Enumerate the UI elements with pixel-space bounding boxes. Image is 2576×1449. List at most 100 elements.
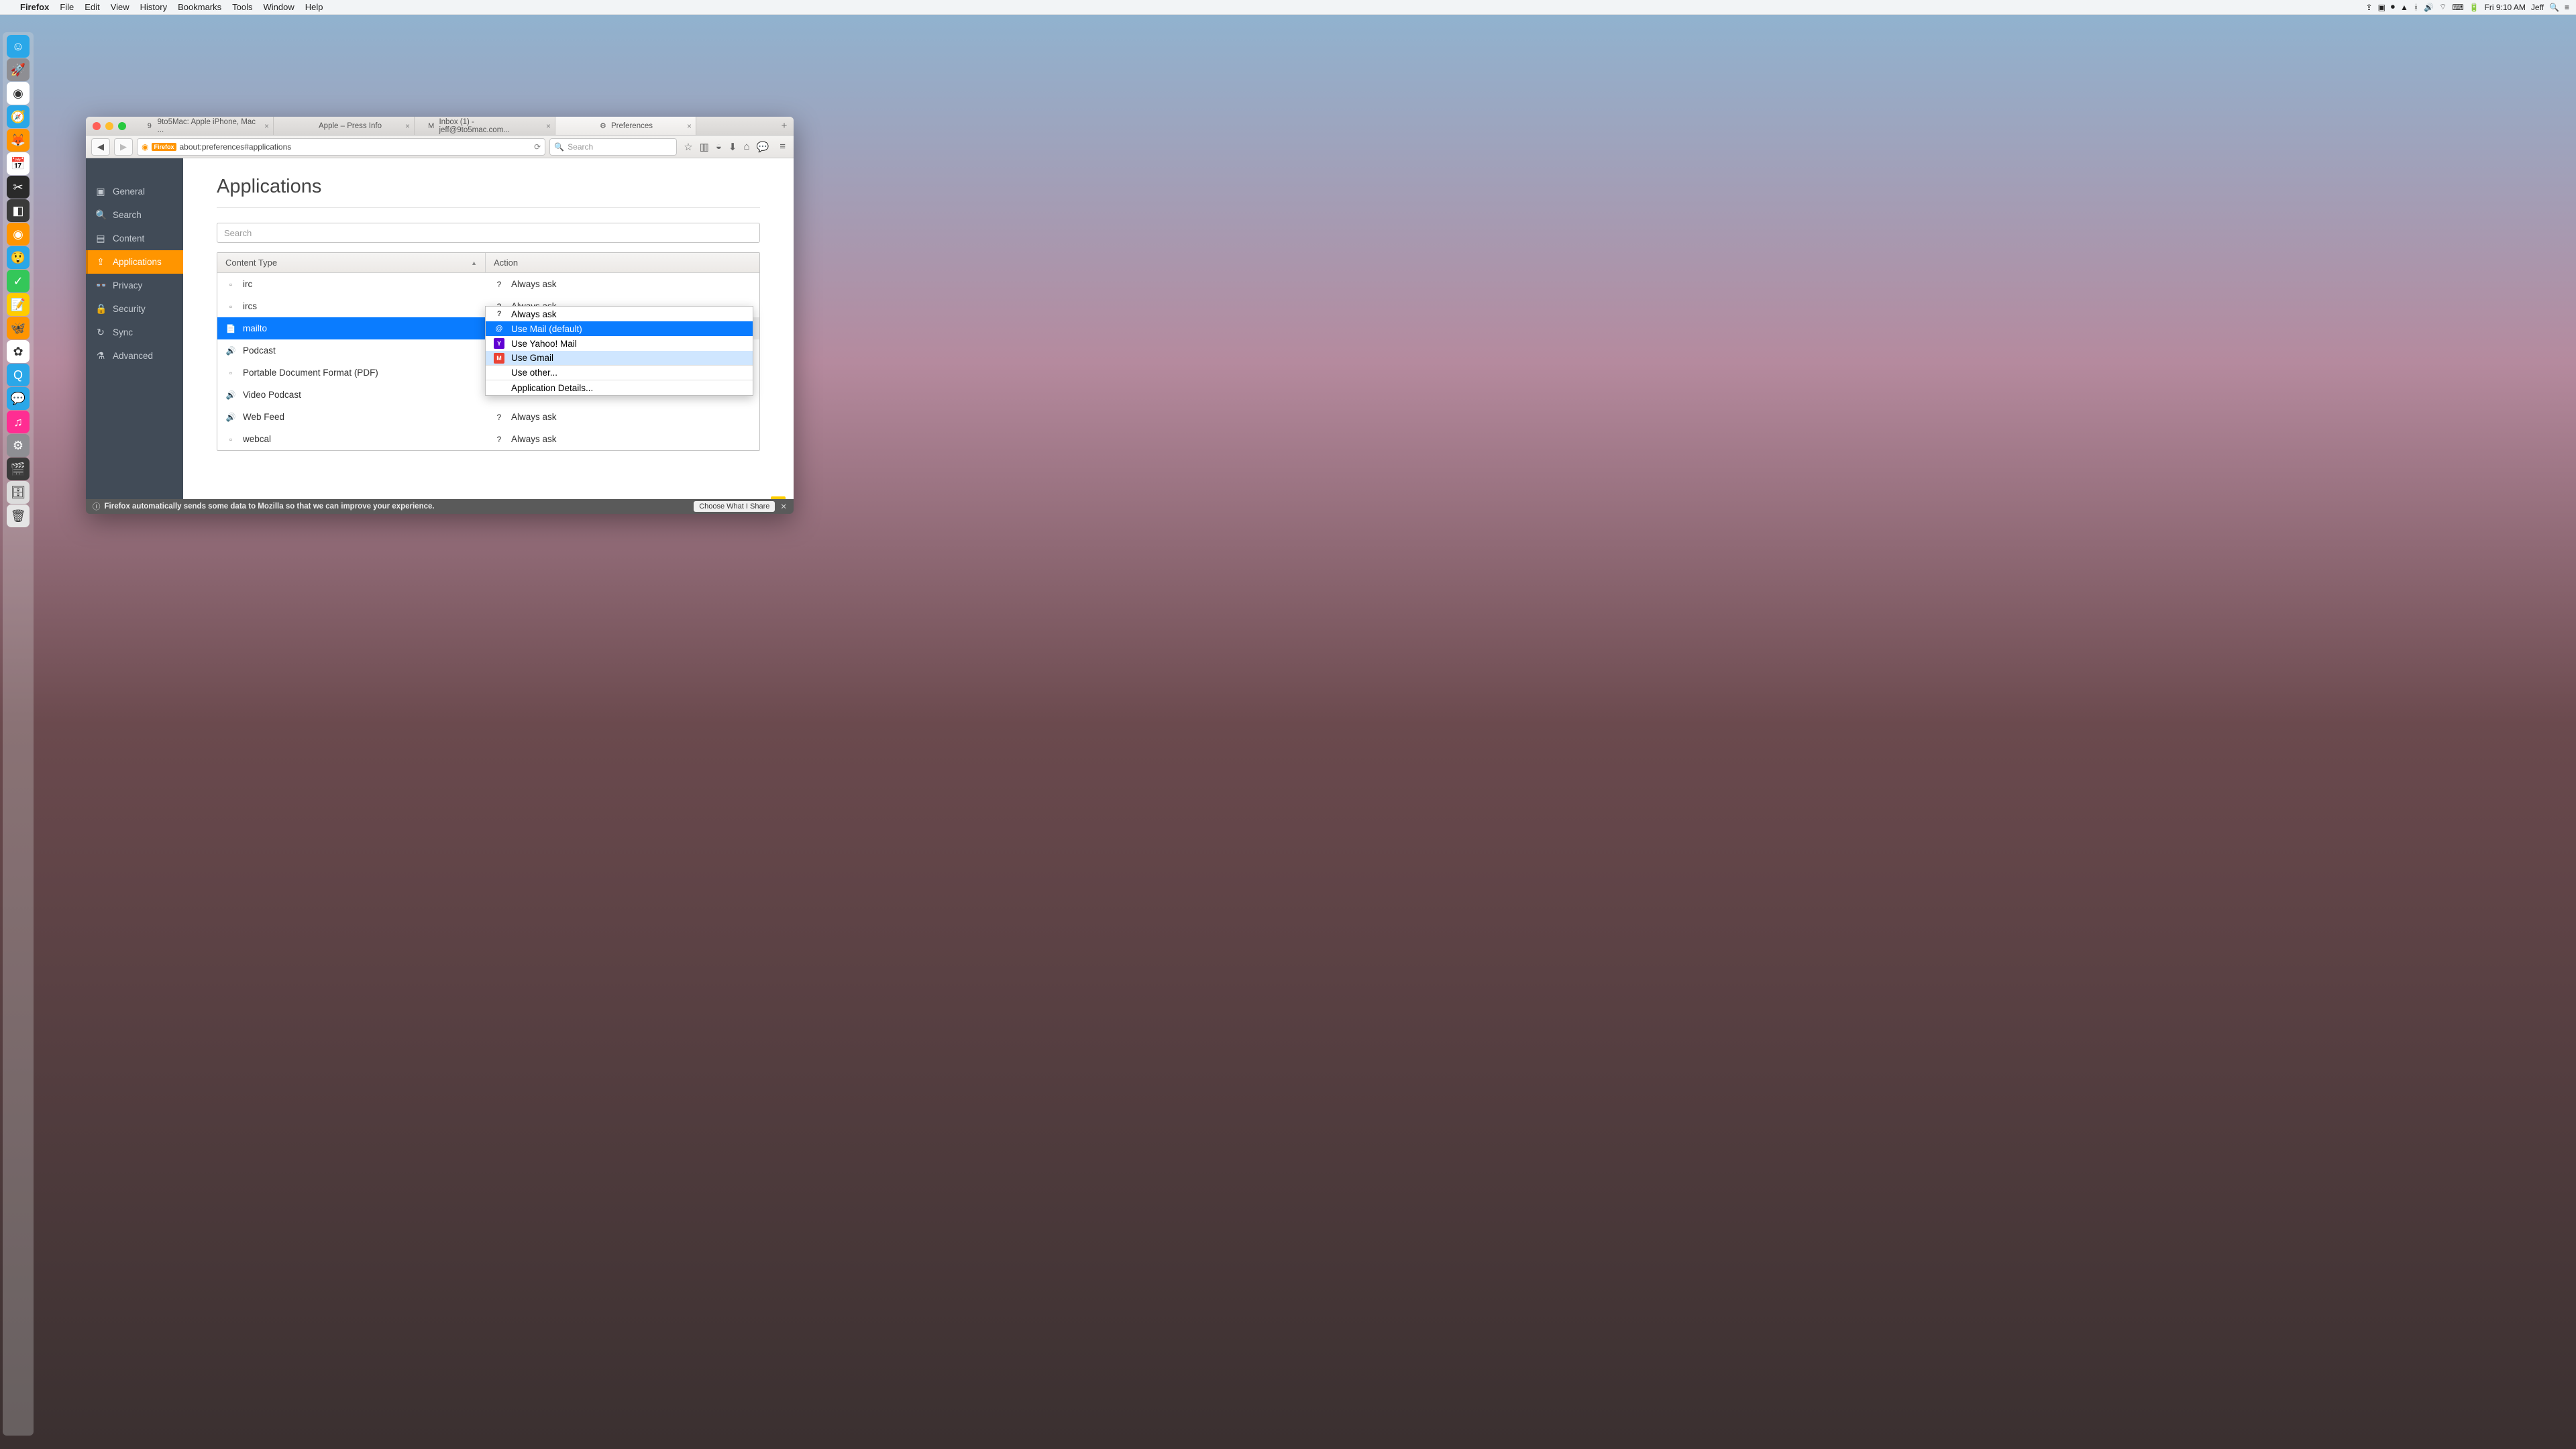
sidebar-item-advanced[interactable]: ⚗Advanced: [86, 344, 183, 368]
display-icon[interactable]: ▣: [2378, 3, 2385, 12]
dropdown-item[interactable]: MUse Gmail: [486, 351, 753, 366]
battery-icon[interactable]: 🔋: [2469, 3, 2479, 12]
dock-app-18[interactable]: 🎬: [7, 458, 30, 480]
bluetooth-icon[interactable]: ᚼ: [2414, 3, 2418, 12]
cell-action[interactable]: ?Always ask: [486, 428, 759, 450]
dropbox-icon[interactable]: ⇪: [2366, 3, 2373, 12]
dock-app-17[interactable]: ⚙: [7, 434, 30, 457]
url-bar[interactable]: ◉ Firefox about:preferences#applications…: [137, 138, 545, 156]
library-icon[interactable]: ▥: [700, 141, 709, 153]
tab-close-icon[interactable]: ×: [546, 121, 551, 131]
dock-app-11[interactable]: 📝: [7, 293, 30, 316]
info-text: Firefox automatically sends some data to…: [105, 502, 435, 511]
sidebar-item-general[interactable]: ▣General: [86, 180, 183, 203]
sidebar-item-security[interactable]: 🔒Security: [86, 297, 183, 321]
sidebar-item-sync[interactable]: ↻Sync: [86, 321, 183, 344]
macos-dock: ☺🚀◉🧭🦊📅✂◧◉😲✓📝🦋✿Q💬♫⚙🎬🗄🗑: [3, 32, 34, 1436]
sidebar-item-label: Privacy: [113, 280, 142, 290]
menu-help[interactable]: Help: [300, 2, 329, 12]
menu-view[interactable]: View: [105, 2, 135, 12]
dock-app-3[interactable]: 🧭: [7, 105, 30, 128]
menu-tools[interactable]: Tools: [227, 2, 258, 12]
minimize-window-button[interactable]: [105, 122, 113, 130]
dropdown-item[interactable]: YUse Yahoo! Mail: [486, 336, 753, 351]
col-action[interactable]: Action: [486, 253, 759, 272]
menu-file[interactable]: File: [54, 2, 79, 12]
browser-tab[interactable]: 99to5Mac: Apple iPhone, Mac ...×: [133, 117, 274, 135]
notifications-icon[interactable]: ≡: [2565, 3, 2569, 12]
infobar-close-icon[interactable]: ✕: [780, 502, 787, 511]
chat-icon[interactable]: 💬: [757, 141, 769, 153]
type-text: irc: [243, 279, 252, 289]
tab-close-icon[interactable]: ×: [264, 121, 269, 131]
dock-app-19[interactable]: 🗄: [7, 481, 30, 504]
dock-app-9[interactable]: 😲: [7, 246, 30, 269]
bookmark-star-icon[interactable]: ☆: [684, 141, 692, 153]
cell-action[interactable]: ?Always ask: [486, 406, 759, 428]
table-row[interactable]: 🔊Web Feed?Always ask: [217, 406, 759, 428]
input-icon[interactable]: ⌨: [2452, 3, 2463, 12]
dropdown-item[interactable]: Use other...: [486, 366, 753, 380]
dock-app-4[interactable]: 🦊: [7, 129, 30, 152]
forward-button[interactable]: ▶: [114, 138, 133, 156]
wifi-icon[interactable]: ⌔: [2439, 2, 2447, 12]
browser-tab[interactable]: MInbox (1) - jeff@9to5mac.com...×: [415, 117, 555, 135]
dock-app-12[interactable]: 🦋: [7, 317, 30, 339]
menu-bookmarks[interactable]: Bookmarks: [172, 2, 227, 12]
volume-icon[interactable]: 🔊: [2424, 3, 2434, 12]
airplay-icon[interactable]: ▲: [2400, 3, 2408, 12]
dock-app-15[interactable]: 💬: [7, 387, 30, 410]
browser-tab[interactable]: ⚙Preferences×: [555, 117, 696, 135]
dock-app-16[interactable]: ♫: [7, 411, 30, 433]
dock-app-2[interactable]: ◉: [7, 82, 30, 105]
hamburger-menu-icon[interactable]: ≡: [780, 141, 786, 153]
sidebar-item-applications[interactable]: ⇪Applications: [86, 250, 183, 274]
clock[interactable]: Fri 9:10 AM: [2485, 3, 2526, 12]
choose-share-button[interactable]: Choose What I Share: [694, 501, 775, 512]
sidebar-item-search[interactable]: 🔍Search: [86, 203, 183, 227]
dropdown-item[interactable]: ?Always ask: [486, 307, 753, 321]
sidebar-item-privacy[interactable]: 👓Privacy: [86, 274, 183, 297]
home-icon[interactable]: ⌂: [743, 141, 749, 153]
browser-tab[interactable]: Apple – Press Info×: [274, 117, 415, 135]
zoom-window-button[interactable]: [118, 122, 126, 130]
user-name[interactable]: Jeff: [2531, 3, 2544, 12]
screen-record-icon[interactable]: ⏺: [2391, 2, 2395, 12]
table-row[interactable]: ▫irc?Always ask: [217, 273, 759, 295]
dock-app-10[interactable]: ✓: [7, 270, 30, 292]
new-tab-button[interactable]: +: [775, 120, 794, 131]
action-dropdown-menu[interactable]: ?Always ask@Use Mail (default)YUse Yahoo…: [485, 306, 753, 396]
spotlight-icon[interactable]: 🔍: [2549, 3, 2559, 12]
close-window-button[interactable]: [93, 122, 101, 130]
downloads-icon[interactable]: ⬇: [729, 141, 737, 153]
action-icon: ?: [494, 434, 504, 445]
dock-app-8[interactable]: ◉: [7, 223, 30, 246]
reload-icon[interactable]: ⟳: [534, 142, 541, 152]
dock-app-6[interactable]: ✂: [7, 176, 30, 199]
cell-content-type: ▫Portable Document Format (PDF): [217, 362, 486, 384]
dropdown-item[interactable]: Application Details...: [486, 380, 753, 395]
applications-search-input[interactable]: [217, 223, 760, 243]
tab-close-icon[interactable]: ×: [687, 121, 692, 131]
cell-content-type: 🔊Podcast: [217, 339, 486, 362]
menu-history[interactable]: History: [135, 2, 172, 12]
pocket-icon[interactable]: ◒: [716, 141, 722, 153]
dropdown-item[interactable]: @Use Mail (default): [486, 321, 753, 336]
dock-app-0[interactable]: ☺: [7, 35, 30, 58]
app-name[interactable]: Firefox: [15, 2, 54, 12]
col-content-type[interactable]: Content Type ▲: [217, 253, 486, 272]
menu-window[interactable]: Window: [258, 2, 300, 12]
dock-app-7[interactable]: ◧: [7, 199, 30, 222]
back-button[interactable]: ◀: [91, 138, 110, 156]
search-bar[interactable]: 🔍 Search: [549, 138, 677, 156]
dock-app-13[interactable]: ✿: [7, 340, 30, 363]
tab-close-icon[interactable]: ×: [405, 121, 410, 131]
menu-edit[interactable]: Edit: [79, 2, 105, 12]
dock-app-1[interactable]: 🚀: [7, 58, 30, 81]
cell-action[interactable]: ?Always ask: [486, 273, 759, 295]
sidebar-item-content[interactable]: ▤Content: [86, 227, 183, 250]
dock-app-20[interactable]: 🗑: [7, 504, 30, 527]
table-row[interactable]: ▫webcal?Always ask: [217, 428, 759, 450]
dock-app-14[interactable]: Q: [7, 364, 30, 386]
dock-app-5[interactable]: 📅: [7, 152, 30, 175]
